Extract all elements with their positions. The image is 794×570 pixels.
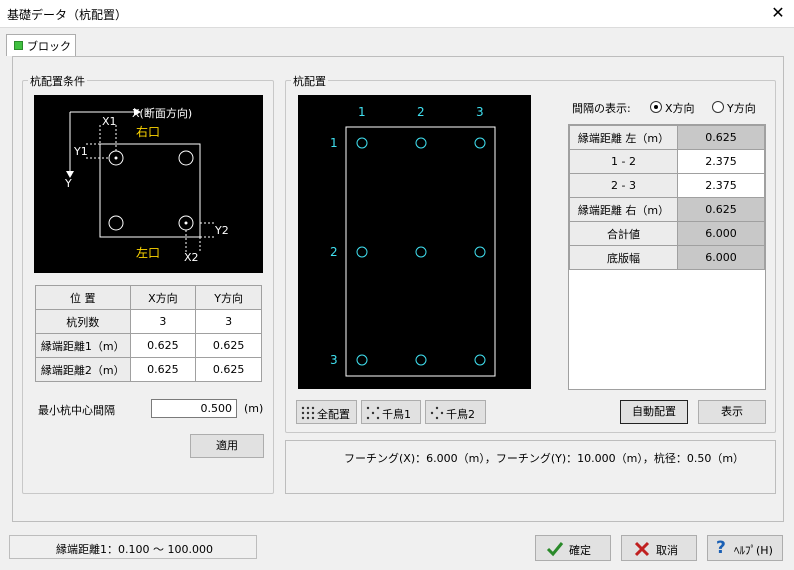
table-row: 合計値 6.000 — [569, 221, 765, 246]
row-label: 杭列数 — [35, 309, 131, 334]
window-title: 基礎データ（杭配置） — [7, 8, 128, 22]
radio-y-label: Y方向 — [727, 102, 756, 115]
row-label: 底版幅 — [569, 245, 678, 270]
stagger1-button[interactable]: 千鳥1 — [361, 400, 421, 424]
display-button[interactable]: 表示 — [698, 400, 766, 424]
row-label: 2 — [330, 245, 338, 259]
header-position: 位 置 — [35, 285, 131, 310]
stagger-dots-icon — [430, 406, 444, 420]
all-layout-label: 全配置 — [317, 408, 350, 421]
row-label: 1 - 2 — [569, 149, 678, 174]
footing-info-box: フーチング(X)：6.000（m），フーチング(Y)：10.000（m），杭径：… — [285, 440, 776, 494]
grid-dots-icon — [301, 406, 315, 420]
col-label: 3 — [476, 105, 484, 119]
block-color-icon — [14, 41, 23, 50]
cell-input[interactable]: 3 — [129, 309, 197, 334]
cell-input[interactable]: 0.625 — [129, 357, 197, 382]
x2-label: X2 — [184, 251, 199, 264]
cancel-label: 取消 — [656, 544, 678, 557]
table-row: 縁端距離 右（m） 0.625 — [569, 197, 765, 222]
col-label: 1 — [358, 105, 366, 119]
radio-y-direction[interactable] — [712, 101, 724, 113]
stagger2-button[interactable]: 千鳥2 — [425, 400, 486, 424]
row-label: 3 — [330, 353, 338, 367]
radio-selected-dot — [654, 105, 658, 109]
pile-diagram: X(断面方向) Y X1 Y1 Y2 X2 右口 左口 — [34, 95, 263, 273]
help-button[interactable]: ? ﾍﾙﾌﾟ(H) — [707, 535, 783, 561]
stagger2-label: 千鳥2 — [446, 408, 475, 421]
auto-layout-button[interactable]: 自動配置 — [620, 400, 688, 424]
table-row: 杭列数 3 3 — [35, 309, 262, 334]
left-side-label: 左口 — [136, 246, 161, 260]
row-label: 縁端距離1（m） — [35, 333, 131, 358]
min-spacing-unit: (m) — [244, 402, 264, 415]
pile-layout-label: 杭配置 — [291, 73, 328, 89]
row-label: 縁端距離 右（m） — [569, 197, 678, 222]
cancel-button[interactable]: 取消 — [621, 535, 697, 561]
apply-button[interactable]: 適用 — [190, 434, 264, 458]
row-label: 2 - 3 — [569, 173, 678, 198]
row-label: 合計値 — [569, 221, 678, 246]
cell-input[interactable]: 0.625 — [195, 333, 262, 358]
ok-button[interactable]: 確定 — [535, 535, 611, 561]
min-spacing-label: 最小杭中心間隔 — [38, 404, 115, 417]
row-label: 縁端距離2（m） — [35, 357, 131, 382]
checkmark-icon — [546, 542, 564, 557]
footing-info-text: フーチング(X)：6.000（m），フーチング(Y)：10.000（m），杭径：… — [344, 452, 745, 465]
tab-block1[interactable]: ブロック1 — [6, 34, 76, 67]
cell-input[interactable]: 0.625 — [195, 357, 262, 382]
cell-input[interactable]: 3 — [195, 309, 262, 334]
cell-value: 0.625 — [677, 125, 765, 150]
min-spacing-input[interactable]: 0.500 — [151, 399, 237, 418]
y-axis-label: Y — [65, 177, 72, 190]
row-label: 1 — [330, 136, 338, 150]
pile-conditions-label: 杭配置条件 — [28, 73, 87, 89]
ok-label: 確定 — [569, 544, 591, 557]
row-label: 縁端距離 左（m） — [569, 125, 678, 150]
pile-layout-canvas[interactable]: 1 2 3 1 2 3 — [298, 95, 531, 389]
cell-input[interactable]: 2.375 — [677, 149, 765, 174]
conditions-table: 位 置 X方向 Y方向 杭列数 3 3 縁端距離1（m） 0.625 0.625… — [35, 285, 262, 382]
right-side-label: 右口 — [136, 125, 161, 139]
table-row: 縁端距離 左（m） 0.625 — [569, 125, 765, 150]
table-row: 縁端距離2（m） 0.625 0.625 — [35, 357, 262, 382]
cell-value: 6.000 — [677, 245, 765, 270]
cell-value: 6.000 — [677, 221, 765, 246]
cell-value: 0.625 — [677, 197, 765, 222]
question-icon: ? — [716, 538, 726, 558]
spacing-display-label: 間隔の表示: — [572, 102, 631, 115]
header-x: X方向 — [129, 285, 197, 310]
status-text: 縁端距離1：0.100 〜 100.000 — [56, 543, 213, 556]
x1-label: X1 — [102, 115, 117, 128]
help-label: ﾍﾙﾌﾟ(H) — [734, 544, 773, 557]
close-icon[interactable]: ✕ — [764, 2, 792, 26]
cell-input[interactable]: 2.375 — [677, 173, 765, 198]
stagger-dots-icon — [366, 406, 380, 420]
stagger1-label: 千鳥1 — [382, 408, 411, 421]
all-layout-button[interactable]: 全配置 — [296, 400, 357, 424]
header-y: Y方向 — [195, 285, 262, 310]
status-bar: 縁端距離1：0.100 〜 100.000 — [9, 535, 257, 559]
table-row: 2 - 3 2.375 — [569, 173, 765, 198]
y1-label: Y1 — [74, 145, 88, 158]
radio-x-label: X方向 — [665, 102, 695, 115]
radio-x-direction[interactable] — [650, 101, 662, 113]
col-label: 2 — [417, 105, 425, 119]
cross-icon — [634, 541, 650, 557]
y2-label: Y2 — [215, 224, 229, 237]
table-row: 縁端距離1（m） 0.625 0.625 — [35, 333, 262, 358]
spacing-table: 縁端距離 左（m） 0.625 1 - 2 2.375 2 - 3 2.375 … — [569, 125, 765, 270]
table-row: 1 - 2 2.375 — [569, 149, 765, 174]
table-row: 底版幅 6.000 — [569, 245, 765, 270]
title-bar: 基礎データ（杭配置） ✕ — [0, 0, 794, 28]
x-axis-label: X(断面方向) — [132, 107, 193, 120]
cell-input[interactable]: 0.625 — [129, 333, 197, 358]
